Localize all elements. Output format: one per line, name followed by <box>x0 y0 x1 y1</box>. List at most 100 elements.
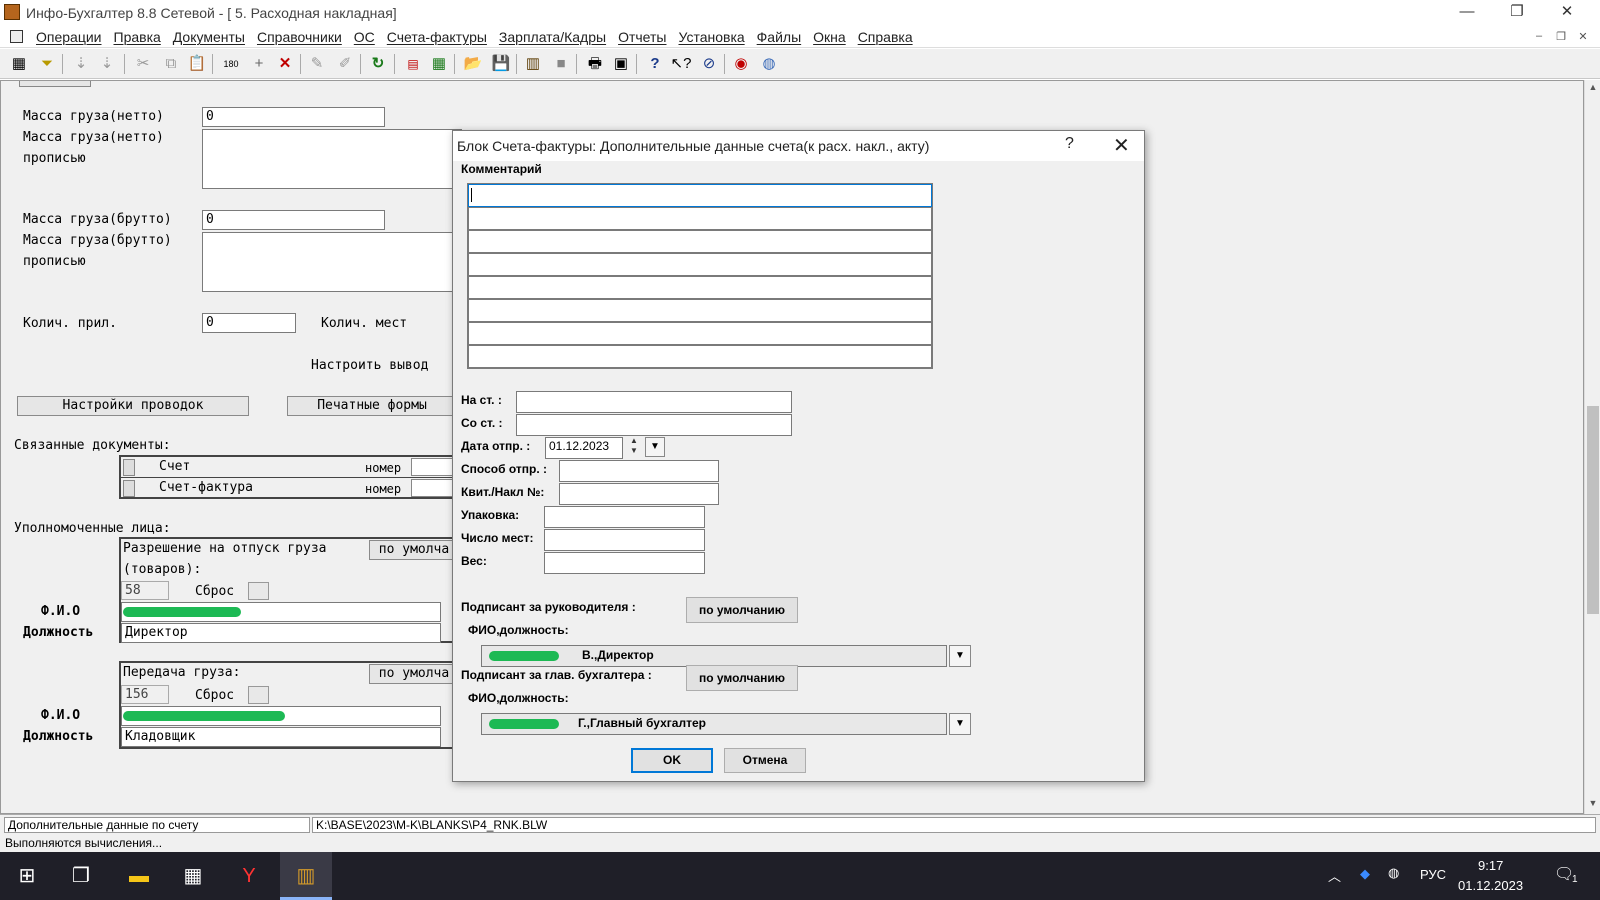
add-icon[interactable]: + <box>248 53 270 75</box>
minimize-button[interactable]: — <box>1444 0 1490 26</box>
configure-output-link[interactable]: Настроить вывод <box>311 358 428 373</box>
vertical-scrollbar[interactable]: ▲ ▼ <box>1584 80 1600 814</box>
blank-icon[interactable]: ■ <box>550 53 572 75</box>
context-help-icon[interactable]: ↖? <box>670 53 692 75</box>
copy-icon[interactable]: ⧉ <box>160 53 182 75</box>
na-st-input[interactable] <box>516 391 792 413</box>
ship-method-input[interactable] <box>559 460 719 482</box>
mdi-close-button[interactable]: ✕ <box>1574 30 1592 44</box>
close-button[interactable]: ✕ <box>1544 0 1590 26</box>
open-folder-icon[interactable]: 📂 <box>462 53 484 75</box>
comment-line-input[interactable] <box>468 184 932 207</box>
postings-settings-button[interactable]: Настройки проводок <box>17 396 249 416</box>
books-icon[interactable]: ▥ <box>522 53 544 75</box>
menu-windows[interactable]: Окна <box>807 29 852 45</box>
counter-icon[interactable]: 180 <box>220 53 242 75</box>
task-view-icon[interactable]: ❐ <box>64 860 98 892</box>
weight-input[interactable] <box>544 552 705 574</box>
clock-date[interactable]: 01.12.2023 <box>1458 878 1523 893</box>
signer-acc-default-button[interactable]: по умолчанию <box>686 665 798 691</box>
calculator-app-icon[interactable]: ▦ <box>176 860 210 892</box>
signer-head-dropdown-icon[interactable]: ▼ <box>949 645 971 667</box>
save-icon[interactable]: 💾 <box>490 53 512 75</box>
date-dropdown-icon[interactable]: ▼ <box>645 437 665 457</box>
yandex-browser-icon[interactable]: Y <box>232 860 266 892</box>
comment-line-input[interactable] <box>468 322 932 345</box>
related-doc-num-input[interactable] <box>411 458 455 476</box>
print-forms-button[interactable]: Печатные формы <box>287 396 457 416</box>
mass-gross-input[interactable]: 0 <box>202 210 385 230</box>
scroll-up-icon[interactable]: ▲ <box>1585 82 1600 96</box>
menu-references[interactable]: Справочники <box>251 29 348 45</box>
tray-app-icon[interactable]: ◆ <box>1360 866 1370 882</box>
paste-icon[interactable]: 📋 <box>186 53 208 75</box>
delete-icon[interactable]: ✕ <box>274 53 296 75</box>
menu-documents[interactable]: Документы <box>167 29 251 45</box>
file-explorer-icon[interactable]: ▬ <box>122 860 156 892</box>
menu-setup[interactable]: Установка <box>672 29 750 45</box>
network-icon[interactable]: ◍ <box>1388 865 1399 881</box>
release-default-button[interactable]: по умолча <box>369 540 459 560</box>
places-count-input[interactable] <box>544 529 705 551</box>
menu-edit[interactable]: Правка <box>108 29 167 45</box>
date-spinner-icon[interactable]: ▲ ▼ <box>627 436 641 458</box>
related-doc-num-input[interactable] <box>411 479 455 497</box>
ship-date-input[interactable]: 01.12.2023 <box>545 437 623 459</box>
related-row-selector[interactable] <box>123 459 135 476</box>
mdi-restore-button[interactable]: ❐ <box>1552 30 1570 44</box>
related-row-selector[interactable] <box>123 480 135 497</box>
refresh-icon[interactable]: ↻ <box>367 53 389 75</box>
globe-icon[interactable]: ◍ <box>758 53 780 75</box>
cancel-button[interactable]: Отмена <box>724 748 806 773</box>
comment-line-input[interactable] <box>468 276 932 299</box>
comment-line-input[interactable] <box>468 230 932 253</box>
signer-head-default-button[interactable]: по умолчанию <box>686 597 798 623</box>
clock-time[interactable]: 9:17 <box>1478 858 1503 873</box>
export-pdf-icon[interactable]: ▤ <box>402 53 424 75</box>
release-reset-checkbox[interactable] <box>248 582 269 600</box>
scroll-down-icon[interactable]: ▼ <box>1585 798 1600 812</box>
start-icon[interactable]: ⊞ <box>10 860 44 892</box>
attachments-input[interactable]: 0 <box>202 313 296 333</box>
comment-line-input[interactable] <box>468 207 932 230</box>
comment-line-input[interactable] <box>468 345 932 368</box>
handover-position-input[interactable]: Кладовщик <box>121 727 441 747</box>
excel-icon[interactable]: ▦ <box>428 53 450 75</box>
language-indicator[interactable]: РУС <box>1420 867 1446 882</box>
menu-invoices[interactable]: Счета-фактуры <box>381 29 493 45</box>
handover-default-button[interactable]: по умолча <box>369 664 459 684</box>
packing-input[interactable] <box>544 506 705 528</box>
comment-line-input[interactable] <box>468 299 932 322</box>
menu-reports[interactable]: Отчеты <box>612 29 672 45</box>
menu-os[interactable]: ОС <box>348 29 381 45</box>
restore-button[interactable]: ❐ <box>1494 0 1540 26</box>
lifebuoy-icon[interactable]: ◉ <box>730 53 752 75</box>
signer-acc-dropdown-icon[interactable]: ▼ <box>949 713 971 735</box>
receipt-input[interactable] <box>559 483 719 505</box>
menu-files[interactable]: Файлы <box>751 29 807 45</box>
info-buhgalter-app-icon[interactable]: ▥ <box>289 860 323 892</box>
scroll-thumb[interactable] <box>1587 406 1599 614</box>
dialog-help-button[interactable]: ? <box>1065 135 1074 153</box>
menu-help[interactable]: Справка <box>852 29 919 45</box>
ok-button[interactable]: OK <box>631 748 713 773</box>
handover-reset-checkbox[interactable] <box>248 686 269 704</box>
dialog-close-button[interactable]: ✕ <box>1113 133 1130 158</box>
so-st-input[interactable] <box>516 414 792 436</box>
tool2-icon[interactable]: ✐ <box>334 53 356 75</box>
cut-icon[interactable]: ✂ <box>132 53 154 75</box>
help-icon[interactable]: ? <box>644 53 666 75</box>
print-icon[interactable]: 🖶 <box>584 53 606 75</box>
compass-icon[interactable]: ⊘ <box>698 53 720 75</box>
tool1-icon[interactable]: ✎ <box>306 53 328 75</box>
menu-operations[interactable]: Операции <box>30 29 108 45</box>
document-menu-icon[interactable] <box>10 30 23 43</box>
filter-icon[interactable]: ⏷ <box>36 53 58 75</box>
tray-chevron-icon[interactable]: ︿ <box>1328 866 1341 885</box>
release-position-input[interactable]: Директор <box>121 623 441 643</box>
sort-asc-icon[interactable]: ⇣ <box>70 53 92 75</box>
mass-gross-words-input[interactable] <box>202 232 462 292</box>
comment-line-input[interactable] <box>468 253 932 276</box>
mdi-minimize-button[interactable]: – <box>1530 30 1548 44</box>
sort-desc-icon[interactable]: ⇣ <box>96 53 118 75</box>
